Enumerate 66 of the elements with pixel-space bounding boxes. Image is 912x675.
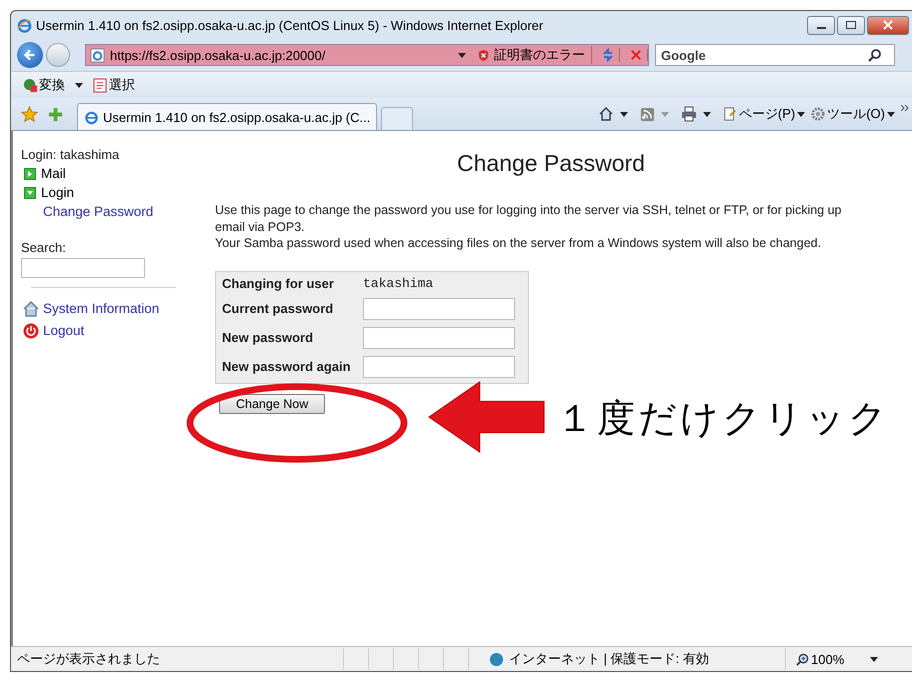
back-button[interactable] [17, 42, 43, 68]
translate-button[interactable]: 変換 [23, 76, 65, 94]
chevron-icon[interactable] [901, 105, 909, 111]
search-label: Search: [21, 239, 66, 257]
star-icon[interactable] [21, 106, 38, 122]
caret-icon[interactable] [75, 82, 83, 88]
caret-icon[interactable] [620, 112, 628, 116]
caret-icon[interactable] [702, 112, 711, 116]
window-title: Usermin 1.410 on fs2.osipp.osaka-u.ac.jp (CentOS Linux 5) - Windows Internet Explorer [36, 18, 544, 32]
description-text: Use this page to change the password you use for logging into the server via SSH, telnet or FTP, or for picking up email via POP3. Your Samba password used when accessing files on the server from a Windows system will also be changed. [215, 202, 843, 252]
caret-icon [887, 112, 895, 116]
search-field[interactable]: Google [655, 44, 895, 66]
sidebar-link[interactable]: Logout [21, 320, 84, 342]
field-label: New password again [222, 359, 352, 374]
collapsed-icon [24, 168, 36, 180]
page-title: Change Password [456, 150, 646, 177]
expanded-icon [24, 186, 36, 198]
sidebar-link[interactable]: System Information [21, 298, 160, 320]
field-label: Changing for user [222, 276, 335, 291]
search-field[interactable] [21, 258, 145, 278]
page-icon [84, 110, 99, 124]
search-icon[interactable] [868, 48, 882, 62]
browser-logo-icon [17, 18, 32, 32]
address-bar[interactable]: https://fs2.osipp.osaka-u.ac.jp:20000/ 証明書のエラー [85, 44, 649, 66]
caret-icon[interactable] [870, 656, 878, 662]
change-now-button[interactable]: Change Now [219, 394, 326, 414]
maximize-button[interactable] [837, 16, 865, 34]
tools-menu-button[interactable]: ツール(O) [811, 105, 895, 123]
minimize-button[interactable] [807, 16, 835, 34]
browser-tab[interactable]: Usermin 1.410 on fs2.osipp.osaka-u.ac.jp (C... [77, 103, 378, 130]
page-menu-button[interactable]: ページ(P) [722, 105, 806, 123]
feed-icon[interactable] [640, 106, 655, 122]
caret-icon[interactable] [458, 52, 466, 58]
home-icon [23, 301, 39, 317]
zoom-icon [796, 652, 809, 666]
shield-icon [477, 48, 490, 62]
field-label: New password [222, 330, 314, 345]
caret-icon [797, 112, 806, 116]
menu-category[interactable]: Mail [21, 164, 66, 183]
home-icon[interactable] [598, 106, 614, 122]
menu-category[interactable]: Login [21, 183, 74, 202]
username-text: takashima [363, 276, 434, 291]
refresh-icon [601, 48, 615, 62]
zoom-button[interactable]: 100% [785, 648, 856, 670]
power-icon [23, 323, 39, 339]
password-field[interactable] [363, 326, 515, 348]
password-field[interactable] [363, 356, 515, 378]
stop-icon [630, 49, 642, 61]
add-star-icon[interactable] [48, 106, 63, 122]
certificate-error-button[interactable]: 証明書のエラー [477, 46, 592, 64]
page-icon [90, 48, 105, 62]
login-label: Login: takashima [21, 146, 120, 164]
gear-icon [811, 107, 826, 121]
select-button[interactable]: 選択 [93, 76, 135, 94]
security-zone-text: インターネット | 保護モード: 有効 [468, 648, 785, 670]
close-button[interactable] [867, 16, 909, 34]
sidebar-link[interactable]: Change Password [21, 202, 154, 221]
url-text: https://fs2.osipp.osaka-u.ac.jp:20000/ [110, 48, 326, 62]
field-label: Current password [222, 301, 334, 316]
close-icon [883, 20, 893, 30]
document-icon [93, 78, 108, 92]
printer-icon[interactable] [680, 106, 697, 122]
annotation-text: １度だけクリック [556, 395, 890, 442]
page-edit-icon [722, 107, 737, 121]
password-field[interactable] [363, 298, 515, 320]
status-message: ページが表示されました [16, 650, 161, 668]
